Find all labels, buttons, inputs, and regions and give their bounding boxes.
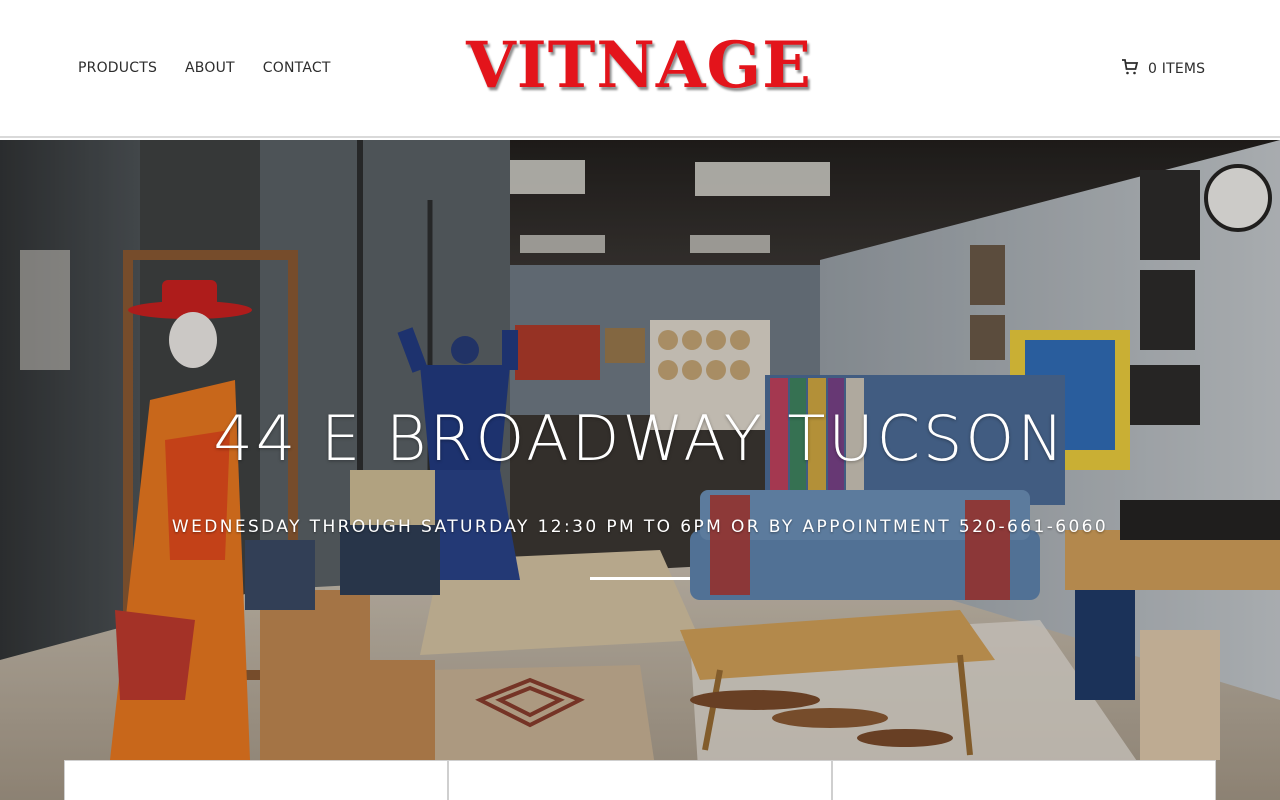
hero-banner: 44 E BROADWAY TUCSON WEDNESDAY THROUGH S… [0,140,1280,800]
site-header: PRODUCTS ABOUT CONTACT VITNAGE 0 ITEMS [0,0,1280,138]
feature-card-1[interactable] [64,760,448,800]
cart-button[interactable]: 0 ITEMS [1121,58,1205,80]
feature-card-3[interactable] [832,760,1216,800]
hero-subtitle: WEDNESDAY THROUGH SATURDAY 12:30 PM TO 6… [171,517,1109,537]
hero-title: 44 E BROADWAY TUCSON [213,402,1067,475]
cart-count-label: 0 ITEMS [1148,61,1206,77]
nav-products-link[interactable]: PRODUCTS [78,60,157,76]
main-nav: PRODUCTS ABOUT CONTACT [78,60,331,76]
hero-divider [590,577,690,580]
nav-contact-link[interactable]: CONTACT [263,60,331,76]
nav-about-link[interactable]: ABOUT [185,60,235,76]
feature-card-2[interactable] [448,760,832,800]
feature-cards [64,760,1216,800]
cart-icon [1121,58,1139,80]
site-logo[interactable]: VITNAGE [466,30,811,102]
